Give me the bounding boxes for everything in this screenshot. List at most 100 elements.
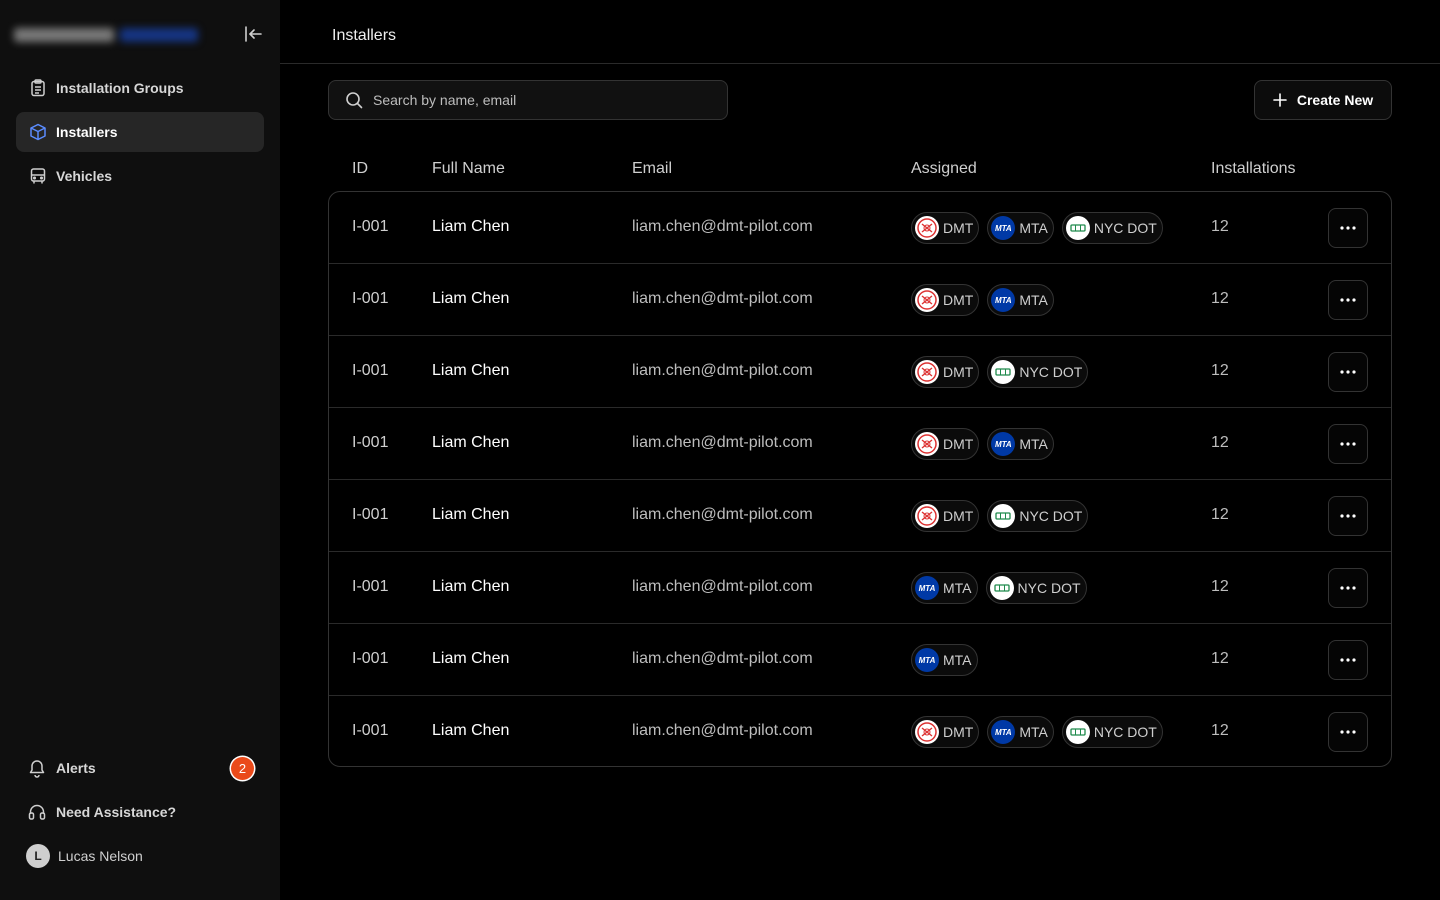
row-actions-button[interactable] [1328,568,1368,608]
assigned-tag-label: DMT [943,508,974,524]
dmt-logo-icon [915,360,939,384]
assigned-tag-nyc-dot: NYC DOT [1061,212,1163,244]
cell-email: liam.chen@dmt-pilot.com [632,218,813,235]
cell-id: I-001 [352,650,389,667]
user-profile[interactable]: L Lucas Nelson [16,836,264,876]
search-icon [346,92,363,109]
clipboard-icon [28,78,48,98]
more-horizontal-icon [1340,730,1356,734]
cell-installations: 12 [1211,362,1229,379]
header-divider [280,63,1440,64]
assigned-tag-nyc-dot: NYC DOT [1061,716,1163,748]
cell-installations: 12 [1211,650,1229,667]
cell-id: I-001 [352,290,389,307]
cell-installations: 12 [1211,578,1229,595]
cell-installations: 12 [1211,722,1229,739]
cell-installations: 12 [1211,290,1229,307]
sidebar: Installation Groups Installers Vehicles … [0,0,280,900]
cell-assigned: DMT MTA MTA NYC DOT [911,716,1163,748]
sidebar-item-installers[interactable]: Installers [16,112,264,152]
cell-id: I-001 [352,362,389,379]
assigned-tag-label: DMT [943,364,974,380]
sidebar-item-label: Installers [56,124,118,140]
create-new-label: Create New [1296,92,1374,108]
column-header-assigned: Assigned [911,160,977,177]
assigned-tag-mta: MTA MTA [987,212,1054,244]
more-horizontal-icon [1340,514,1356,518]
brand-logo [14,24,200,46]
row-actions-button[interactable] [1328,712,1368,752]
assigned-tag-mta: MTA MTA [987,716,1054,748]
sidebar-item-vehicles[interactable]: Vehicles [16,156,264,196]
cell-assigned: DMT NYC DOT [911,500,1089,532]
row-actions-button[interactable] [1328,496,1368,536]
row-actions-button[interactable] [1328,424,1368,464]
row-actions-button[interactable] [1328,280,1368,320]
sidebar-item-label: Installation Groups [56,80,184,96]
sidebar-item-need-assistance[interactable]: Need Assistance? [16,792,264,832]
cell-id: I-001 [352,434,389,451]
sidebar-item-alerts[interactable]: Alerts 2 [16,748,264,788]
plus-icon [1273,93,1287,107]
dmt-logo-icon [915,720,939,744]
alerts-count-badge: 2 [231,757,254,780]
column-header-id: ID [352,160,368,177]
assigned-tag-label: NYC DOT [1093,220,1157,236]
more-horizontal-icon [1340,658,1356,662]
assigned-tag-label: DMT [943,292,974,308]
mta-logo-icon: MTA [915,648,939,672]
avatar: L [26,844,50,868]
cell-installations: 12 [1211,434,1229,451]
collapse-sidebar-button[interactable] [240,22,266,46]
assigned-tag-label: NYC DOT [1019,364,1083,380]
assigned-tag-label: MTA [943,580,972,596]
more-horizontal-icon [1340,370,1356,374]
user-name: Lucas Nelson [58,848,143,864]
assigned-tag-mta: MTA MTA [911,572,978,604]
cell-full-name: Liam Chen [432,722,510,739]
cell-email: liam.chen@dmt-pilot.com [632,578,813,595]
more-horizontal-icon [1340,586,1356,590]
more-horizontal-icon [1340,298,1356,302]
table-row: I-001 Liam Chen liam.chen@dmt-pilot.com … [329,480,1391,552]
cell-email: liam.chen@dmt-pilot.com [632,506,813,523]
bell-icon [26,757,48,779]
assigned-tag-mta: MTA MTA [911,644,978,676]
cell-id: I-001 [352,218,389,235]
cell-installations: 12 [1211,218,1229,235]
cell-full-name: Liam Chen [432,650,510,667]
cell-assigned: DMT MTA MTA [911,428,1054,460]
search-input[interactable] [373,92,703,108]
nyc-dot-logo-icon [989,576,1014,600]
assigned-tag-dmt: DMT [911,212,980,244]
cell-full-name: Liam Chen [432,506,510,523]
nyc-dot-logo-icon [991,504,1016,528]
table-row: I-001 Liam Chen liam.chen@dmt-pilot.com … [329,624,1391,696]
cell-installations: 12 [1211,506,1229,523]
headset-icon [26,801,48,823]
cell-assigned: MTA MTA NYC DOT [911,572,1087,604]
row-actions-button[interactable] [1328,352,1368,392]
cell-id: I-001 [352,578,389,595]
mta-logo-icon: MTA [991,432,1016,456]
bus-icon [28,166,48,186]
search-box [328,80,728,120]
assigned-tag-dmt: DMT [911,356,980,388]
assigned-tag-label: DMT [943,220,974,236]
cell-assigned: DMT MTA MTA [911,284,1054,316]
sidebar-footer: Alerts 2 Need Assistance? L Lucas Nelson [16,748,264,880]
table-row: I-001 Liam Chen liam.chen@dmt-pilot.com … [329,192,1391,264]
sidebar-item-installation-groups[interactable]: Installation Groups [16,68,264,108]
table-row: I-001 Liam Chen liam.chen@dmt-pilot.com … [329,336,1391,408]
mta-logo-icon: MTA [991,720,1016,744]
cell-assigned: DMT NYC DOT [911,356,1089,388]
assigned-tag-label: DMT [943,436,974,452]
cell-email: liam.chen@dmt-pilot.com [632,722,813,739]
assigned-tag-nyc-dot: NYC DOT [987,500,1089,532]
row-actions-button[interactable] [1328,640,1368,680]
more-horizontal-icon [1340,226,1356,230]
mta-logo-icon: MTA [991,216,1016,240]
create-new-button[interactable]: Create New [1254,80,1392,120]
cell-assigned: MTA MTA [911,644,978,676]
row-actions-button[interactable] [1328,208,1368,248]
